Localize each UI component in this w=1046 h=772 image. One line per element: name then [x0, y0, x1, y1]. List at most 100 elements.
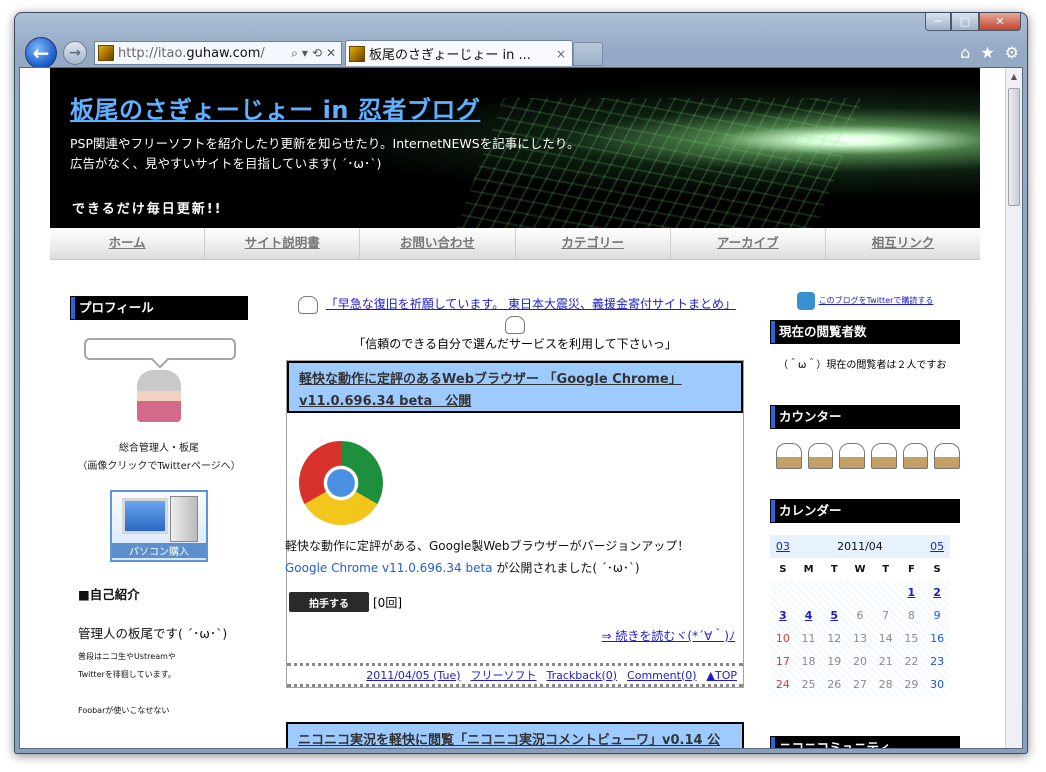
back-to-top-link[interactable]: ▲TOP: [707, 669, 737, 682]
nav-category[interactable]: カテゴリー: [516, 228, 671, 259]
search-icon[interactable]: ⌕: [291, 46, 298, 61]
address-url[interactable]: http://itao.guhaw.com/: [118, 46, 291, 61]
settings-gear-icon[interactable]: ⚙: [1005, 43, 1019, 62]
calendar-day: 24: [775, 678, 790, 691]
calendar-day: 20: [852, 655, 867, 668]
profile-avatar[interactable]: [137, 370, 181, 422]
calendar-day: 16: [930, 632, 945, 645]
main-column: 「早急な復旧を祈願しています。 東日本大震災、義援金寄付サイトまとめ」 「信頼の…: [285, 294, 744, 748]
web-page: 板尾のさぎょーじょー in 忍者ブログ PSP関連やフリーソフトを紹介したり更新…: [20, 68, 1006, 748]
article-text: 軽快な動作に定評がある、Google製Webブラウザーがバージョンアップ！ Go…: [285, 535, 689, 579]
calendar-day: 30: [930, 678, 945, 691]
calendar-prev-link[interactable]: 03: [776, 540, 790, 553]
calendar-day[interactable]: 1: [899, 581, 925, 604]
comment-link[interactable]: Comment(0): [627, 669, 696, 682]
site-desc-line-1: PSP関連やフリーソフトを紹介したり更新を知らせたり。InternetNEWSを…: [70, 136, 580, 151]
address-bar[interactable]: http://itao.guhaw.com/ ⌕ ▾ ⟲ ✕: [94, 41, 342, 65]
maximize-button[interactable]: □: [951, 13, 979, 31]
back-arrow-icon: ←: [32, 41, 50, 65]
clap-button[interactable]: 拍手する: [289, 592, 369, 612]
article-2-title-link[interactable]: ニコニコ実況を軽快に閲覧「ニコニコ実況コメントビューワ」v0.14 公開: [286, 722, 744, 748]
viewers-heading: 現在の閲覧者数: [770, 320, 960, 344]
stop-icon[interactable]: ✕: [326, 46, 336, 61]
article-line-2: が公開されました( ´･ω･`): [492, 561, 640, 575]
counter-digit-1: [776, 443, 802, 469]
calendar-day: 25: [801, 678, 816, 691]
calendar-day: 19: [827, 655, 842, 668]
calendar-day[interactable]: 4: [796, 604, 822, 627]
tab-close-icon[interactable]: ×: [556, 47, 572, 61]
site-favicon-icon: [98, 45, 114, 61]
intro-small-text: 普段はニコ生やUstreamや Twitterを徘徊しています。 Foobarが…: [78, 648, 248, 720]
tab-favicon-icon: [349, 45, 365, 62]
vertical-scrollbar[interactable]: ▲: [1005, 68, 1022, 748]
twitter-bird-icon: [796, 291, 815, 310]
scroll-up-icon[interactable]: ▲: [1006, 68, 1022, 85]
visitor-counter: [776, 443, 961, 469]
refresh-icon[interactable]: ⟲: [312, 46, 322, 61]
calendar-day: 21: [878, 655, 893, 668]
calendar-dow: S: [933, 564, 941, 575]
article-title-link[interactable]: 軽快な動作に定評のあるWebブラウザー 「Google Chrome」 v11.…: [287, 361, 743, 413]
nav-home[interactable]: ホーム: [50, 228, 206, 259]
calendar-day[interactable]: 3: [770, 604, 796, 627]
site-desc-line-2: 広告がなく、見やすいサイトを目指しています( ´･ω･`): [70, 156, 382, 171]
pc-banner-label: パソコン購入: [112, 543, 206, 558]
browser-right-tools: ⌂ ★ ⚙: [960, 43, 1019, 62]
calendar-month: 2011/04: [795, 535, 925, 558]
announcement: 「早急な復旧を祈願しています。 東日本大震災、義援金寄付サイトまとめ」 「信頼の…: [286, 294, 744, 354]
profile-heading: プロフィール: [70, 296, 248, 320]
pc-tower-icon: [170, 496, 198, 542]
monitor-icon: [122, 498, 168, 534]
calendar-day: 12: [827, 632, 842, 645]
nav-site-guide[interactable]: サイト説明書: [205, 228, 361, 259]
announcement-text: 「信頼のできる自分で選んだサービスを利用して下さいっ」: [353, 337, 677, 351]
left-sidebar: プロフィール 総合管理人・板尾 （画像クリックでTwitterページへ） パソコ…: [70, 296, 248, 720]
calendar-day[interactable]: 5: [821, 604, 847, 627]
counter-digit-5: [902, 443, 929, 469]
calendar-dow: F: [907, 564, 915, 575]
article-category-link[interactable]: フリーソフト: [471, 667, 537, 683]
minimize-button[interactable]: ─: [925, 13, 951, 31]
article-body: 軽快な動作に定評がある、Google製Webブラウザーがバージョンアップ！ Go…: [285, 413, 743, 663]
article-date-link[interactable]: 2011/04/05 (Tue): [366, 669, 460, 682]
nav-contact[interactable]: お問い合わせ: [360, 228, 516, 259]
site-title-link[interactable]: 板尾のさぎょーじょー in 忍者ブログ: [70, 90, 480, 125]
calendar-dow: W: [854, 564, 866, 575]
calendar-day: 14: [878, 632, 893, 645]
new-tab-button[interactable]: [573, 42, 603, 66]
dropdown-icon[interactable]: ▾: [302, 46, 308, 61]
calendar-day: 8: [907, 609, 915, 622]
pc-purchase-banner[interactable]: パソコン購入: [110, 490, 208, 562]
read-more-link[interactable]: ⇒ 続きを読むヾ(*´∀｀)ﾉ: [602, 627, 735, 644]
forward-button[interactable]: →: [63, 41, 87, 65]
calendar-empty-cell: [770, 581, 796, 604]
nav-links[interactable]: 相互リンク: [826, 228, 980, 259]
calendar-heading: カレンダー: [770, 499, 960, 523]
trackback-link[interactable]: Trackback(0): [547, 669, 618, 682]
right-sidebar: このブログをTwitterで購読する 現在の閲覧者数 （＾ω＾）現在の閲覧者は２…: [770, 290, 961, 748]
article-line-1: 軽快な動作に定評がある、Google製Webブラウザーがバージョンアップ！: [285, 539, 690, 553]
cat-right-icon: [505, 315, 525, 334]
favorites-star-icon[interactable]: ★: [980, 43, 994, 62]
calendar-day: 27: [852, 678, 867, 691]
site-description: PSP関連やフリーソフトを紹介したり更新を知らせたり。InternetNEWSを…: [70, 134, 579, 174]
clap-count: [0回]: [373, 595, 402, 610]
intro-text: 管理人の板尾です( ´･ω･`): [78, 626, 228, 641]
scroll-thumb[interactable]: [1008, 88, 1020, 206]
close-window-button[interactable]: ✕: [979, 13, 1021, 31]
cat-left-icon: [297, 295, 318, 314]
calendar-day: 9: [933, 609, 941, 622]
announcement-link[interactable]: 「早急な復旧を祈願しています。 東日本大震災、義援金寄付サイトまとめ」: [326, 297, 736, 311]
calendar-next-link[interactable]: 05: [930, 540, 944, 553]
viewers-text: （＾ω＾）現在の閲覧者は２人ですお: [778, 360, 947, 371]
calendar-day[interactable]: 2: [924, 581, 950, 604]
counter-digit-2: [807, 443, 834, 469]
home-icon[interactable]: ⌂: [960, 43, 970, 62]
calendar-empty-cell: [873, 581, 899, 604]
back-button[interactable]: ←: [25, 37, 57, 69]
twitter-subscribe-link[interactable]: このブログをTwitterで購読する: [770, 290, 960, 312]
chrome-download-link[interactable]: Google Chrome v11.0.696.34 beta: [285, 561, 493, 575]
nav-archive[interactable]: アーカイブ: [671, 228, 826, 259]
tab-active[interactable]: 板尾のさぎょーじょー in ... ×: [345, 40, 573, 66]
